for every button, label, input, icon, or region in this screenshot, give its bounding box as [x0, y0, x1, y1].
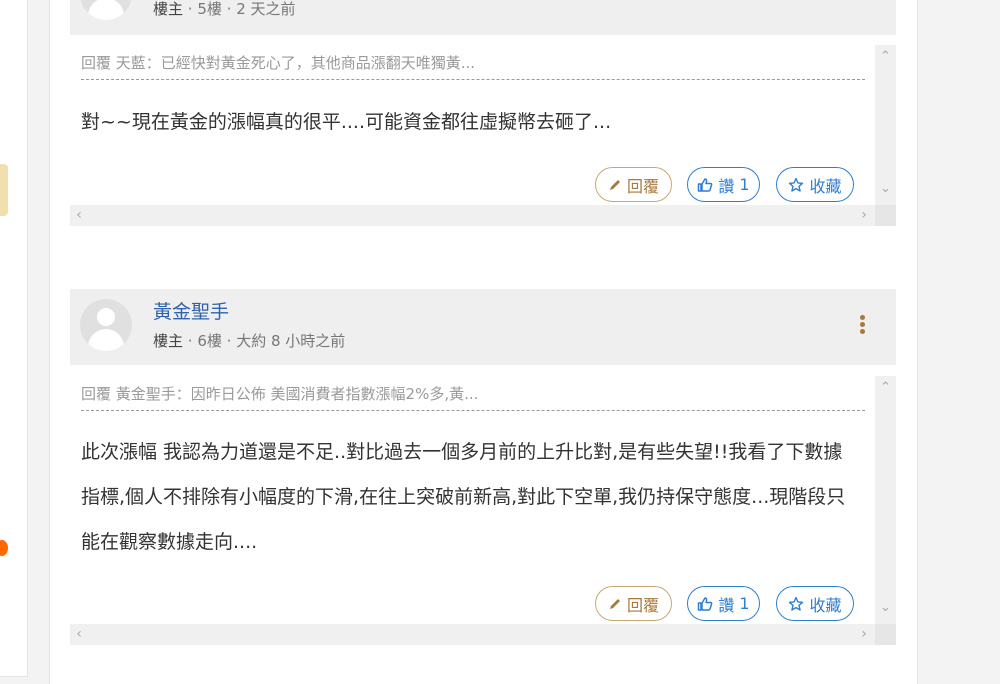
favorite-label: 收藏 [809, 176, 842, 196]
scroll-right-arrow-icon[interactable]: › [855, 205, 873, 226]
favorite-button[interactable]: 收藏 [776, 586, 854, 621]
reply-quote: 回覆 黃金聖手：因昨日公佈 美國消費者指數漲幅2%多,黃... [81, 383, 865, 411]
like-label: 讚 [718, 176, 735, 196]
vertical-scrollbar[interactable]: ⌃ ⌄ [875, 45, 896, 205]
horizontal-scrollbar[interactable]: ‹ › [70, 624, 875, 645]
vertical-scrollbar[interactable]: ⌃ ⌄ [875, 376, 896, 624]
scroll-up-arrow-icon[interactable]: ⌃ [875, 380, 896, 395]
like-button[interactable]: 讚 1 [687, 586, 760, 621]
scrollbar-corner [875, 205, 896, 226]
favorite-button[interactable]: 收藏 [776, 167, 854, 202]
more-options-button[interactable] [860, 315, 866, 336]
post-body-box: ⌃ ⌄ 回覆 天藍：已經快對黃金死心了，其他商品漲翻天唯獨黃... 對~~現在黃… [70, 45, 896, 226]
like-count: 1 [739, 175, 750, 194]
star-icon [789, 177, 804, 192]
floor-label: 5樓 [197, 0, 222, 18]
side-tab[interactable] [0, 164, 8, 216]
reply-quote: 回覆 天藍：已經快對黃金死心了，其他商品漲翻天唯獨黃... [81, 52, 865, 80]
post-text: 對~~現在黃金的漲幅真的很平....可能資金都往虛擬幣去砸了... [81, 111, 612, 133]
author-name[interactable]: 黃金聖手 [153, 297, 229, 324]
post-text: 此次漲幅 我認為力道還是不足..對比過去一個多月前的上升比對,是有些失望!!我看… [81, 441, 846, 553]
post-body-box: ⌃ ⌄ 回覆 黃金聖手：因昨日公佈 美國消費者指數漲幅2%多,黃... 此次漲幅… [70, 376, 896, 645]
pencil-icon [609, 598, 620, 609]
role-label: 樓主 [153, 0, 184, 18]
post-meta: 樓主 · 6樓 · 大約 8 小時之前 [153, 332, 346, 350]
scroll-right-arrow-icon[interactable]: › [855, 624, 873, 645]
reply-label: 回覆 [626, 595, 659, 615]
left-panel [0, 0, 28, 677]
avatar[interactable] [80, 299, 132, 351]
scroll-down-arrow-icon[interactable]: ⌄ [875, 181, 896, 196]
role-label: 樓主 [153, 332, 184, 350]
like-label: 讚 [718, 595, 735, 615]
post-header: 樓主 · 5樓 · 2 天之前 [70, 0, 896, 35]
reply-button[interactable]: 回覆 [595, 586, 672, 621]
pencil-icon [609, 179, 620, 190]
like-count: 1 [739, 594, 750, 613]
star-icon [789, 596, 804, 611]
scroll-up-arrow-icon[interactable]: ⌃ [875, 49, 896, 64]
favorite-label: 收藏 [809, 595, 842, 615]
thumbs-up-icon [698, 596, 713, 611]
scrollbar-corner [875, 624, 896, 645]
reply-button[interactable]: 回覆 [595, 167, 672, 202]
floor-label: 6樓 [197, 332, 222, 350]
avatar[interactable] [80, 0, 132, 20]
scroll-left-arrow-icon[interactable]: ‹ [70, 624, 88, 645]
like-button[interactable]: 讚 1 [687, 167, 760, 202]
reply-label: 回覆 [626, 176, 659, 196]
post-header: 黃金聖手 樓主 · 6樓 · 大約 8 小時之前 [70, 289, 896, 365]
post-meta: 樓主 · 5樓 · 2 天之前 [153, 0, 296, 18]
scroll-down-arrow-icon[interactable]: ⌄ [875, 600, 896, 615]
horizontal-scrollbar[interactable]: ‹ › [70, 205, 875, 226]
scroll-left-arrow-icon[interactable]: ‹ [70, 205, 88, 226]
thumbs-up-icon [698, 177, 713, 192]
post-time: 2 天之前 [236, 0, 296, 18]
notification-dot[interactable] [0, 540, 8, 556]
post-time: 大約 8 小時之前 [236, 332, 346, 350]
